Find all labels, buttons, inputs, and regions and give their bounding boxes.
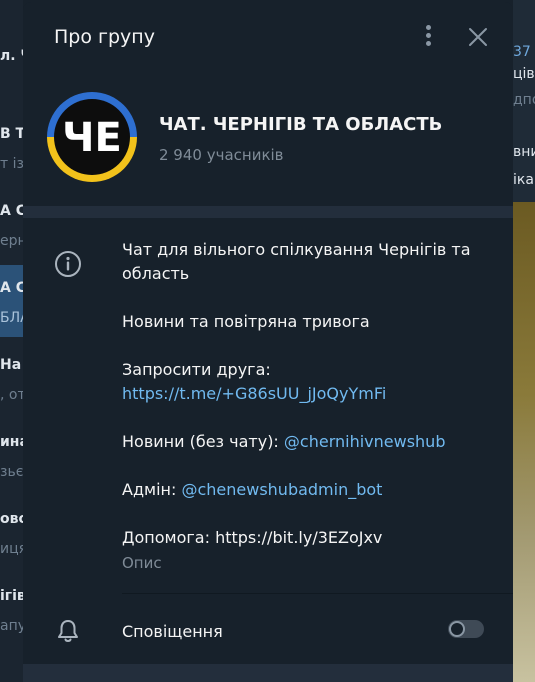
chat-background-image xyxy=(513,202,535,682)
close-icon xyxy=(469,28,487,46)
more-dot-icon xyxy=(426,25,431,30)
bottom-separator xyxy=(23,664,513,682)
chat-list-fragment: А С xyxy=(0,280,23,296)
admin-line: Адмін: @chenewshubadmin_bot xyxy=(122,478,482,502)
chat-list-fragment: БЛА xyxy=(0,310,23,326)
notifications-row[interactable]: Сповіщення xyxy=(23,594,513,664)
background-chat-list: л. Ч В Т т із А С ерн А С БЛА На , от ин… xyxy=(0,0,23,682)
section-separator xyxy=(23,206,513,218)
more-dot-icon xyxy=(426,33,431,38)
dialog-header: Про групу xyxy=(23,2,513,72)
news-channel-link[interactable]: @chernihivnewshub xyxy=(284,432,446,451)
group-info-dialog: Про групу ЧЕ ЧАТ. ЧЕРНІГІВ ТА ОБЛАСТЬ 2 … xyxy=(23,2,513,682)
notifications-label: Сповіщення xyxy=(122,622,223,641)
chat-area-fragment: вни xyxy=(513,144,535,160)
close-button[interactable] xyxy=(466,25,490,49)
group-profile: ЧЕ ЧАТ. ЧЕРНІГІВ ТА ОБЛАСТЬ 2 940 учасни… xyxy=(23,72,513,206)
more-dot-icon xyxy=(426,41,431,46)
chat-list-fragment: т із xyxy=(0,156,23,172)
toggle-knob xyxy=(449,621,465,637)
selected-chat-highlight xyxy=(0,265,23,337)
more-options-button[interactable] xyxy=(418,22,440,50)
invite-label: Запросити друга: xyxy=(122,360,271,379)
description-text: Чат для вільного спілкування Чернігів та… xyxy=(122,238,482,286)
description-line: Чат для вільного спілкування Чернігів та xyxy=(122,240,471,259)
help-line: Допомога: https://bit.ly/3EZoJxv xyxy=(122,528,383,547)
invite-link[interactable]: https://t.me/+G86sUU_jJoQyYmFi xyxy=(122,382,482,406)
chat-area-fragment: цiв xyxy=(513,66,535,82)
chat-area-fragment: дпо xyxy=(513,92,535,108)
description-news-alert: Новини та повітряна тривога xyxy=(122,312,370,331)
chat-list-fragment: ерн xyxy=(0,233,23,249)
chat-list-fragment: л. Ч xyxy=(0,48,23,64)
chat-list-fragment: апу xyxy=(0,618,23,634)
invite-block: Запросити друга: https://t.me/+G86sUU_jJ… xyxy=(122,358,482,406)
bell-icon xyxy=(56,618,80,644)
admin-label: Адмін: xyxy=(122,480,182,499)
news-label: Новини (без чату): xyxy=(122,432,284,451)
dialog-title: Про групу xyxy=(54,26,155,48)
chat-area-fragment: іка xyxy=(513,172,534,188)
chat-list-fragment: В Т xyxy=(0,126,23,142)
admin-bot-link[interactable]: @chenewshubadmin_bot xyxy=(181,480,382,499)
chat-list-fragment: иця xyxy=(0,541,23,557)
member-count: 2 940 учасників xyxy=(159,146,284,164)
group-name: ЧАТ. ЧЕРНІГІВ ТА ОБЛАСТЬ xyxy=(159,114,443,135)
group-avatar-image: ЧЕ xyxy=(47,92,137,182)
chat-area-fragment: 37 xyxy=(513,44,531,60)
group-avatar[interactable]: ЧЕ xyxy=(47,92,137,182)
chat-list-fragment: зьє xyxy=(0,464,23,480)
description-caption: Опис xyxy=(122,554,162,572)
background-chat-area: 37 цiв дпо вни іка xyxy=(513,0,535,682)
chat-list-fragment: ина xyxy=(0,434,23,450)
chat-list-fragment: ігів xyxy=(0,588,23,604)
description-line: область xyxy=(122,264,190,283)
notifications-toggle[interactable] xyxy=(448,620,484,638)
info-icon xyxy=(54,250,82,278)
chat-list-fragment: , от xyxy=(0,387,23,403)
chat-list-fragment: ово xyxy=(0,511,23,527)
chat-list-fragment: На xyxy=(0,357,22,373)
chat-list-fragment: А С xyxy=(0,203,23,219)
avatar-text: ЧЕ xyxy=(62,115,122,161)
news-line: Новини (без чату): @chernihivnewshub xyxy=(122,430,482,454)
